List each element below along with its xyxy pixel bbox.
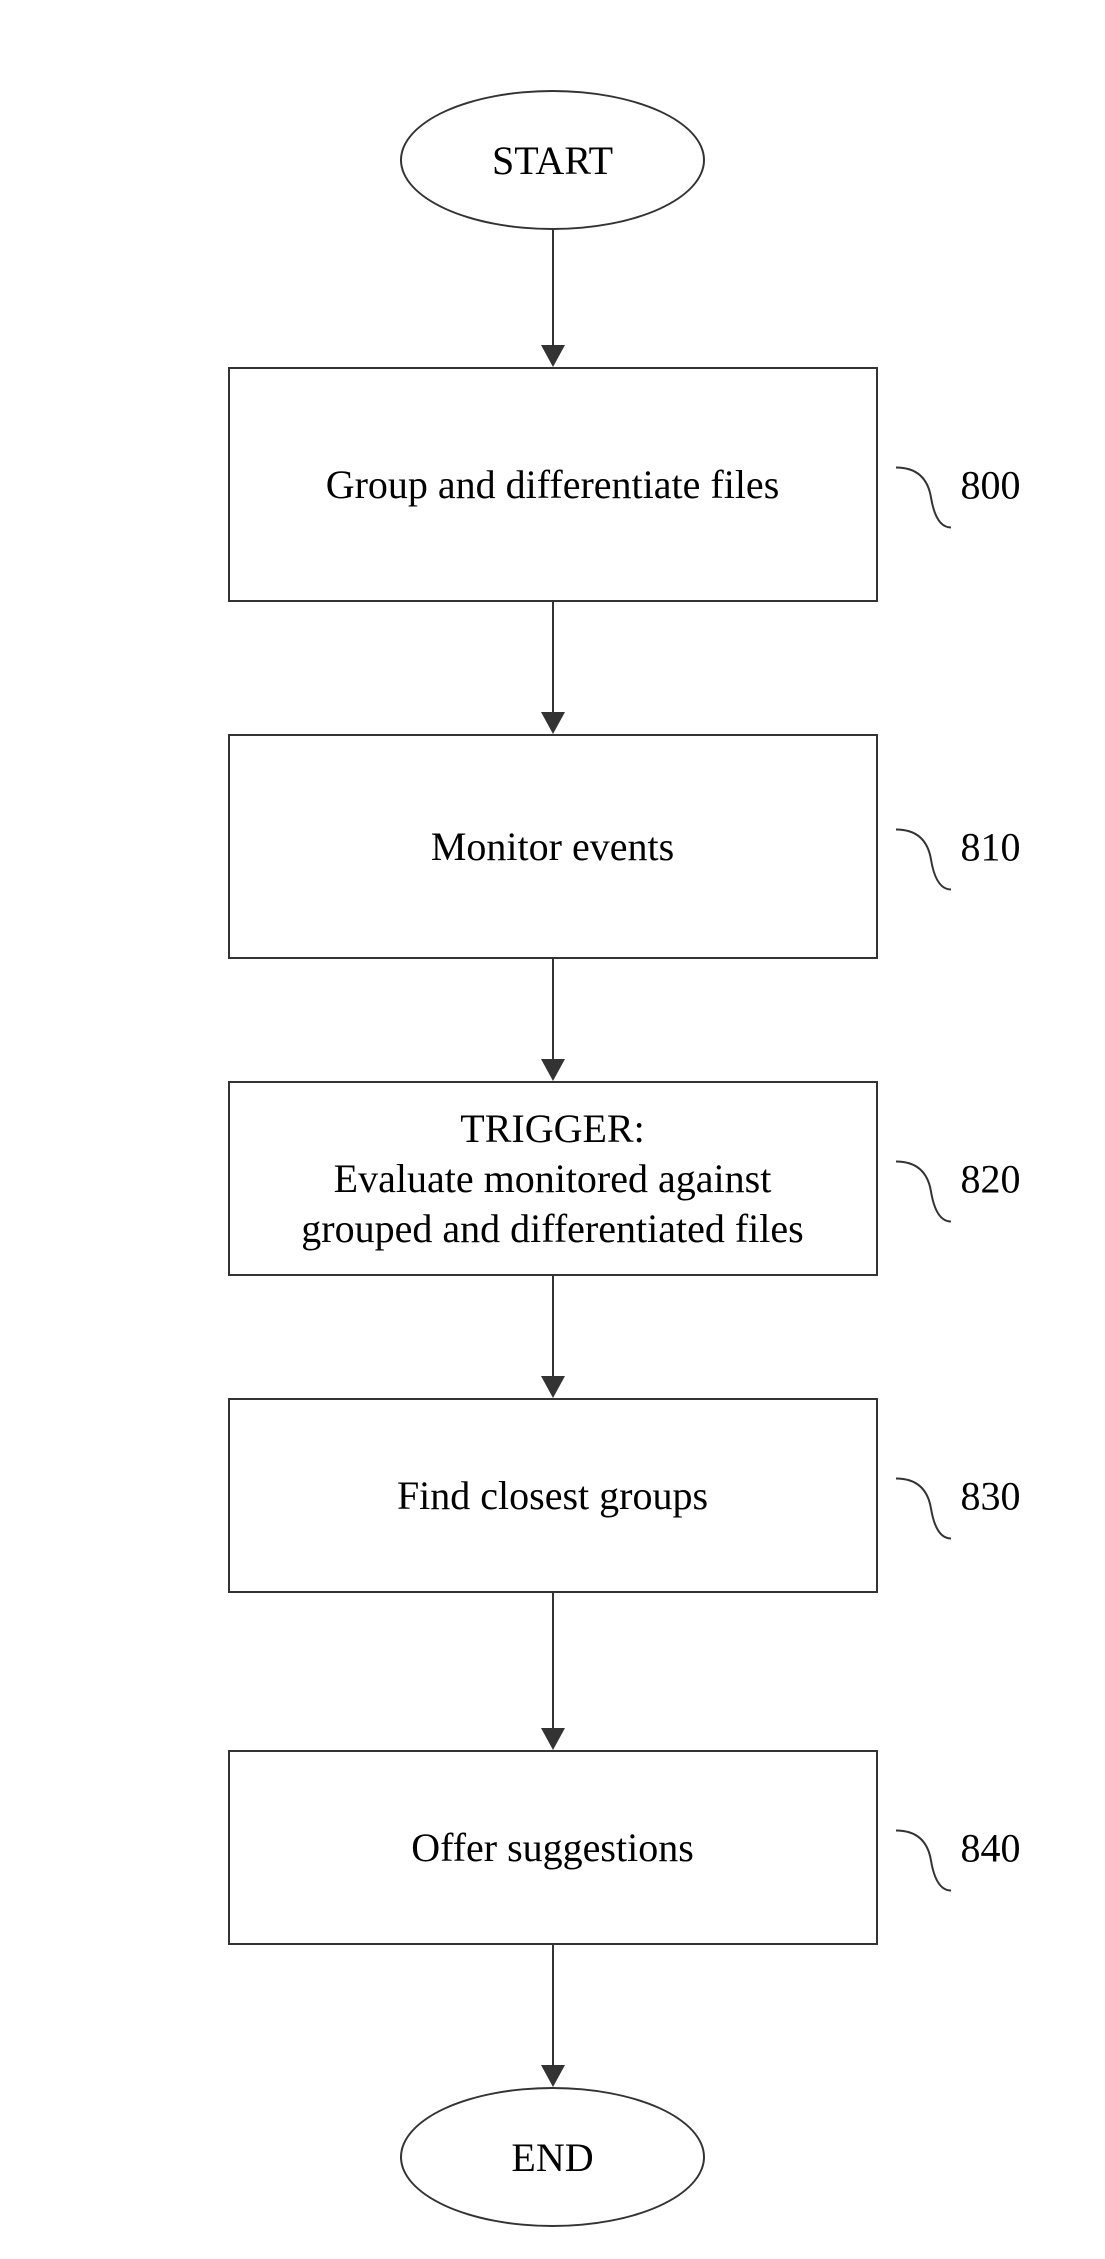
arrow-head-icon xyxy=(541,1376,565,1398)
process-label: Monitor events xyxy=(431,823,674,870)
arrow-line xyxy=(552,602,554,712)
arrow-connector xyxy=(541,602,565,734)
process-line: TRIGGER: xyxy=(301,1104,803,1154)
flowchart-container: START Group and differentiate files 800 … xyxy=(0,0,1105,2227)
arrow-connector xyxy=(541,959,565,1081)
arrow-connector xyxy=(541,1276,565,1398)
arrow-connector xyxy=(541,230,565,367)
reference-number: 840 xyxy=(961,1824,1021,1871)
process-line: Evaluate monitored against xyxy=(301,1154,803,1204)
reference-label-container: 830 xyxy=(896,1443,1021,1548)
process-step-800: Group and differentiate files 800 xyxy=(228,367,878,602)
arrow-line xyxy=(552,1276,554,1376)
curve-connector-icon xyxy=(896,794,951,899)
reference-number: 830 xyxy=(961,1472,1021,1519)
end-label: END xyxy=(511,2134,593,2181)
process-step-820: TRIGGER: Evaluate monitored against grou… xyxy=(228,1081,878,1276)
curve-connector-icon xyxy=(896,1795,951,1900)
reference-label-container: 840 xyxy=(896,1795,1021,1900)
process-line: grouped and differentiated files xyxy=(301,1204,803,1254)
start-label: START xyxy=(492,137,613,184)
reference-number: 820 xyxy=(961,1155,1021,1202)
reference-number: 810 xyxy=(961,823,1021,870)
reference-number: 800 xyxy=(961,461,1021,508)
process-step-840: Offer suggestions 840 xyxy=(228,1750,878,1945)
process-step-830: Find closest groups 830 xyxy=(228,1398,878,1593)
arrow-head-icon xyxy=(541,345,565,367)
arrow-connector xyxy=(541,1945,565,2087)
process-label: Offer suggestions xyxy=(411,1824,694,1871)
process-label: Find closest groups xyxy=(397,1472,708,1519)
process-step-810: Monitor events 810 xyxy=(228,734,878,959)
reference-label-container: 820 xyxy=(896,1126,1021,1231)
arrow-line xyxy=(552,230,554,345)
curve-connector-icon xyxy=(896,432,951,537)
arrow-head-icon xyxy=(541,1059,565,1081)
curve-connector-icon xyxy=(896,1126,951,1231)
arrow-line xyxy=(552,959,554,1059)
reference-label-container: 810 xyxy=(896,794,1021,899)
arrow-head-icon xyxy=(541,712,565,734)
arrow-line xyxy=(552,1593,554,1728)
end-terminal: END xyxy=(400,2087,705,2227)
curve-connector-icon xyxy=(896,1443,951,1548)
arrow-line xyxy=(552,1945,554,2065)
arrow-head-icon xyxy=(541,2065,565,2087)
arrow-head-icon xyxy=(541,1728,565,1750)
start-terminal: START xyxy=(400,90,705,230)
process-label: Group and differentiate files xyxy=(326,461,780,508)
reference-label-container: 800 xyxy=(896,432,1021,537)
process-label-multiline: TRIGGER: Evaluate monitored against grou… xyxy=(301,1104,803,1254)
arrow-connector xyxy=(541,1593,565,1750)
